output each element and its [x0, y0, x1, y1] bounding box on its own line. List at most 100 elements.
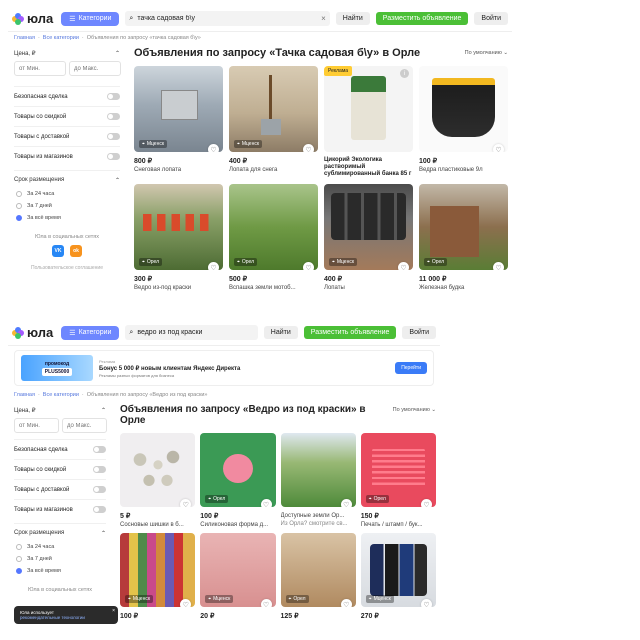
period-24h[interactable]: За 24 часа — [14, 541, 106, 553]
banner-go-button[interactable]: Перейти — [395, 362, 427, 374]
favorite-icon[interactable]: ♡ — [340, 599, 352, 607]
safe-deal-toggle-row[interactable]: Безопасная сделка — [14, 439, 106, 459]
period-all[interactable]: За всё время — [14, 212, 120, 224]
listing-card[interactable]: ⌖ Орел ♡ 500 ₽ Вспашка земли мотоб... — [229, 184, 318, 291]
listing-card[interactable]: ⌖ Орел ♡ 125 ₽ — [280, 533, 356, 620]
listing-card[interactable]: ♡ 5 ₽ Сосновые шишки в б... — [120, 433, 196, 528]
discount-toggle[interactable] — [107, 113, 120, 120]
listing-card[interactable]: ⌖ Мценск ♡ 400 ₽ Лопата для снега — [229, 66, 318, 178]
period-filter-title[interactable]: Срок размещения ⌃ — [14, 170, 120, 188]
categories-button[interactable]: ☰ Категории — [61, 325, 120, 340]
listing-title[interactable]: Ведра пластиковые 9л — [419, 165, 508, 173]
discount-toggle-row[interactable]: Товары со скидкой — [14, 459, 106, 479]
listing-image[interactable]: ⌖ Мценск ♡ — [324, 184, 413, 270]
listing-image[interactable]: ⌖ Мценск ♡ — [360, 533, 436, 607]
period-all[interactable]: За всё время — [14, 565, 106, 577]
listing-card[interactable]: ♡ 100 ₽ Ведра пластиковые 9л — [419, 66, 508, 178]
favorite-icon[interactable]: ♡ — [303, 262, 314, 270]
price-to-input[interactable] — [62, 418, 107, 433]
listing-image[interactable]: ⌖ Орел ♡ — [419, 184, 508, 270]
cookie-link[interactable]: рекомендательные технологии — [20, 615, 112, 620]
period-7d[interactable]: За 7 дней — [14, 553, 106, 565]
period-24h[interactable]: За 24 часа — [14, 188, 120, 200]
ad-card[interactable]: Реклама i Цикорий Экологика растворимый с… — [324, 66, 413, 178]
ad-title[interactable]: Цикорий Экологика растворимый сублимиров… — [324, 152, 413, 178]
favorite-icon[interactable]: ♡ — [421, 499, 432, 507]
price-filter-title[interactable]: Цена, ₽ ⌃ — [14, 401, 106, 418]
listing-card[interactable]: ⌖ Орел ♡ 100 ₽ Силиконовая форма д... — [200, 433, 276, 528]
delivery-toggle-row[interactable]: Товары с доставкой — [14, 126, 120, 146]
listing-card[interactable]: ⌖ Мценск ♡ 800 ₽ Снеговая лопата — [134, 66, 223, 178]
listing-card[interactable]: ⌖ Мценск ♡ 100 ₽ — [120, 533, 196, 620]
shops-toggle[interactable] — [93, 506, 106, 513]
logo[interactable]: юла — [12, 11, 53, 26]
delivery-toggle[interactable] — [107, 133, 120, 140]
price-filter-title[interactable]: Цена, ₽ ⌃ — [14, 44, 120, 61]
close-icon[interactable]: × — [112, 608, 115, 614]
ad-card[interactable]: ♡ Доступные земли Ор... Из Орла? смотрит… — [280, 433, 356, 528]
breadcrumb-all-categories[interactable]: Все категории — [43, 392, 79, 398]
ad-image[interactable]: ♡ — [280, 433, 356, 507]
listing-title[interactable]: Снеговая лопата — [134, 165, 223, 173]
user-agreement-link[interactable]: Пользовательское соглашение — [14, 257, 120, 271]
listing-title[interactable]: Железная будка — [419, 283, 508, 291]
breadcrumb-home[interactable]: Главная — [14, 35, 35, 41]
favorite-icon[interactable]: ♡ — [303, 144, 314, 152]
discount-toggle[interactable] — [93, 466, 106, 473]
listing-title[interactable]: Силиконовая форма д... — [200, 520, 275, 528]
sort-dropdown[interactable]: По умолчанию ⌄ — [393, 404, 436, 413]
favorite-icon[interactable]: ♡ — [421, 599, 432, 607]
listing-image[interactable]: ⌖ Орел ♡ — [134, 184, 223, 270]
delivery-toggle[interactable] — [93, 486, 106, 493]
listing-image[interactable]: ⌖ Мценск ♡ — [120, 533, 196, 607]
find-button[interactable]: Найти — [263, 326, 298, 339]
logo[interactable]: юла — [12, 325, 53, 340]
vk-icon[interactable]: VK — [52, 245, 64, 257]
listing-card[interactable]: ⌖ Мценск ♡ 270 ₽ — [360, 533, 436, 620]
safe-deal-toggle[interactable] — [93, 446, 106, 453]
favorite-icon[interactable]: ♡ — [208, 262, 219, 270]
listing-title[interactable]: Вспашка земли мотоб... — [229, 283, 318, 291]
favorite-icon[interactable]: ♡ — [398, 262, 409, 270]
listing-title[interactable]: Лопата для снега — [229, 165, 318, 173]
breadcrumb-home[interactable]: Главная — [14, 392, 35, 398]
listing-image[interactable]: ⌖ Орел ♡ — [200, 433, 276, 507]
listing-title[interactable]: Сосновые шишки в б... — [120, 520, 195, 528]
banner-title[interactable]: Бонус 5 000 ₽ новым клиентам Яндекс Дире… — [99, 364, 395, 373]
listing-image[interactable]: ⌖ Орел ♡ — [229, 184, 318, 270]
favorite-icon[interactable]: ♡ — [180, 599, 192, 607]
ad-banner[interactable]: промокод PLUS5000 Реклама Бонус 5 000 ₽ … — [14, 350, 434, 386]
listing-title[interactable]: Лопаты — [324, 283, 413, 291]
listing-image[interactable]: ⌖ Мценск ♡ — [200, 533, 276, 607]
listing-card[interactable]: ⌖ Орел ♡ 11 000 ₽ Железная будка — [419, 184, 508, 291]
favorite-icon[interactable]: ♡ — [493, 144, 504, 152]
clear-icon[interactable]: × — [321, 14, 326, 23]
listing-image[interactable]: ⌖ Орел ♡ — [280, 533, 356, 607]
price-from-input[interactable] — [14, 418, 59, 433]
period-filter-title[interactable]: Срок размещения ⌃ — [14, 523, 106, 541]
shops-toggle-row[interactable]: Товары из магазинов — [14, 146, 120, 166]
login-button[interactable]: Войти — [474, 12, 508, 25]
listing-image[interactable]: ♡ — [120, 433, 196, 507]
ad-title[interactable]: Доступные земли Ор... — [281, 507, 356, 519]
listing-card[interactable]: ⌖ Мценск ♡ 20 ₽ — [200, 533, 276, 620]
safe-deal-toggle[interactable] — [107, 93, 120, 100]
login-button[interactable]: Войти — [402, 326, 436, 339]
post-ad-button[interactable]: Разместить объявление — [303, 326, 397, 339]
favorite-icon[interactable]: ♡ — [180, 499, 192, 507]
period-7d[interactable]: За 7 дней — [14, 200, 120, 212]
listing-image[interactable]: ♡ — [419, 66, 508, 152]
favorite-icon[interactable]: ♡ — [493, 262, 504, 270]
listing-image[interactable]: ⌖ Мценск ♡ — [134, 66, 223, 152]
listing-title[interactable]: Печать / штамп / бук... — [361, 520, 436, 528]
favorite-icon[interactable]: ♡ — [340, 499, 352, 507]
favorite-icon[interactable]: ♡ — [260, 499, 272, 507]
search-input[interactable]: ⌕ ведро из под краски — [125, 325, 258, 340]
listing-image[interactable]: ⌖ Мценск ♡ — [229, 66, 318, 152]
info-icon[interactable]: i — [400, 69, 409, 78]
breadcrumb-all-categories[interactable]: Все категории — [43, 35, 79, 41]
listing-card[interactable]: ⌖ Орел ♡ 150 ₽ Печать / штамп / бук... — [360, 433, 436, 528]
listing-title[interactable]: Ведро из-под краски — [134, 283, 223, 291]
delivery-toggle-row[interactable]: Товары с доставкой — [14, 479, 106, 499]
shops-toggle-row[interactable]: Товары из магазинов — [14, 499, 106, 519]
